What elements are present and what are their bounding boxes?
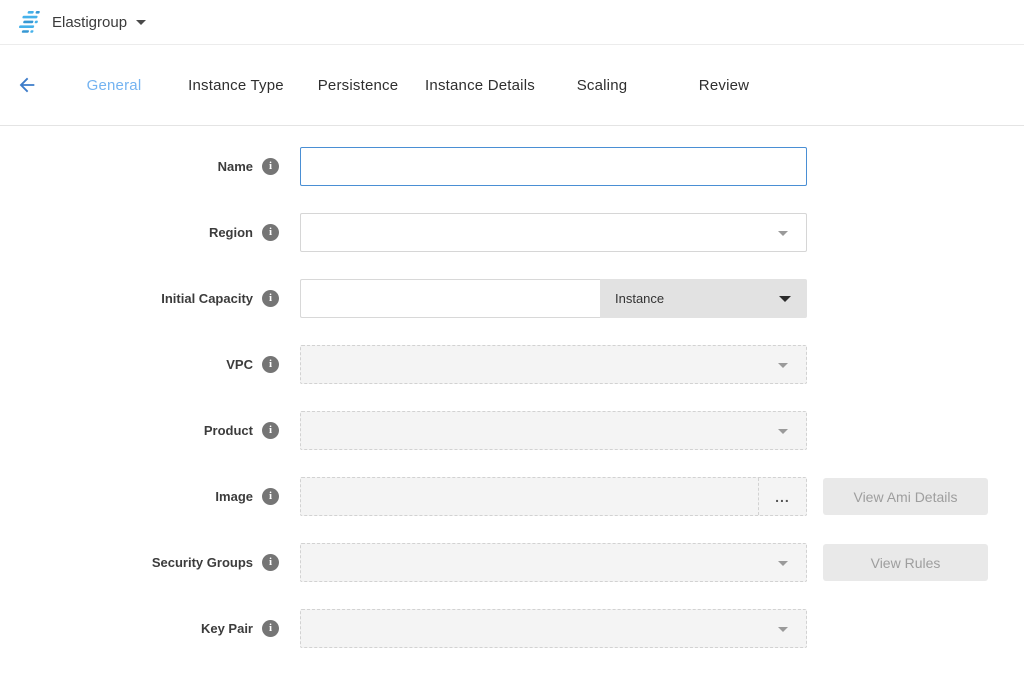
region-label: Region [209, 225, 253, 240]
label-wrap: VPC i [0, 356, 300, 373]
tab-review[interactable]: Review [663, 77, 785, 94]
product-label: Product [204, 423, 253, 438]
info-icon[interactable]: i [262, 620, 279, 637]
back-button[interactable] [0, 74, 53, 96]
tab-general[interactable]: General [53, 77, 175, 94]
name-input[interactable] [300, 147, 807, 186]
name-label: Name [218, 159, 253, 174]
info-icon[interactable]: i [262, 356, 279, 373]
label-wrap: Product i [0, 422, 300, 439]
form-row-image: Image i ... View Ami Details [0, 477, 1024, 516]
label-wrap: Initial Capacity i [0, 290, 300, 307]
image-label: Image [215, 489, 253, 504]
label-wrap: Name i [0, 158, 300, 175]
form-row-security-groups: Security Groups i View Rules [0, 543, 1024, 582]
elastigroup-logo-icon [16, 11, 42, 33]
key-pair-select [300, 609, 807, 648]
app-name: Elastigroup [52, 14, 127, 31]
wizard-tab-bar: General Instance Type Persistence Instan… [0, 45, 1024, 126]
view-rules-button[interactable]: View Rules [823, 544, 988, 581]
info-icon[interactable]: i [262, 422, 279, 439]
control [300, 609, 807, 648]
chevron-down-icon [778, 429, 788, 434]
view-ami-details-button[interactable]: View Ami Details [823, 478, 988, 515]
back-arrow-icon [16, 74, 38, 96]
info-icon[interactable]: i [262, 290, 279, 307]
form-row-initial-capacity: Initial Capacity i Instance [0, 279, 1024, 318]
top-bar: Elastigroup [0, 0, 1024, 45]
security-groups-select [300, 543, 807, 582]
label-wrap: Key Pair i [0, 620, 300, 637]
capacity-unit-select[interactable]: Instance [600, 279, 807, 318]
initial-capacity-input[interactable] [300, 279, 600, 318]
info-icon[interactable]: i [262, 158, 279, 175]
key-pair-label: Key Pair [201, 621, 253, 636]
control [300, 411, 807, 450]
form-row-region: Region i [0, 213, 1024, 252]
control [300, 345, 807, 384]
control: Instance [300, 279, 807, 318]
image-input [301, 478, 758, 515]
control [300, 147, 807, 186]
control: ... [300, 477, 807, 516]
region-select[interactable] [300, 213, 807, 252]
app-switcher[interactable]: Elastigroup [52, 14, 146, 31]
info-icon[interactable]: i [262, 554, 279, 571]
vpc-select [300, 345, 807, 384]
chevron-down-icon [778, 627, 788, 632]
tab-instance-details[interactable]: Instance Details [419, 77, 541, 94]
label-wrap: Image i [0, 488, 300, 505]
info-icon[interactable]: i [262, 224, 279, 241]
tab-persistence[interactable]: Persistence [297, 77, 419, 94]
info-icon[interactable]: i [262, 488, 279, 505]
form-row-product: Product i [0, 411, 1024, 450]
control [300, 213, 807, 252]
control [300, 543, 807, 582]
image-browse-button[interactable]: ... [758, 478, 806, 515]
image-input-composite: ... [300, 477, 807, 516]
chevron-down-icon [779, 296, 791, 302]
product-select [300, 411, 807, 450]
tab-scaling[interactable]: Scaling [541, 77, 663, 94]
chevron-down-icon [778, 363, 788, 368]
capacity-unit-value: Instance [615, 291, 664, 306]
form-row-vpc: VPC i [0, 345, 1024, 384]
tab-instance-type[interactable]: Instance Type [175, 77, 297, 94]
general-form: Name i Region i Initial Capacity i [0, 126, 1024, 648]
chevron-down-icon [136, 20, 146, 25]
initial-capacity-label: Initial Capacity [161, 291, 253, 306]
form-row-key-pair: Key Pair i [0, 609, 1024, 648]
label-wrap: Region i [0, 224, 300, 241]
security-groups-label: Security Groups [152, 555, 253, 570]
vpc-label: VPC [226, 357, 253, 372]
chevron-down-icon [778, 231, 788, 236]
chevron-down-icon [778, 561, 788, 566]
label-wrap: Security Groups i [0, 554, 300, 571]
form-row-name: Name i [0, 147, 1024, 186]
